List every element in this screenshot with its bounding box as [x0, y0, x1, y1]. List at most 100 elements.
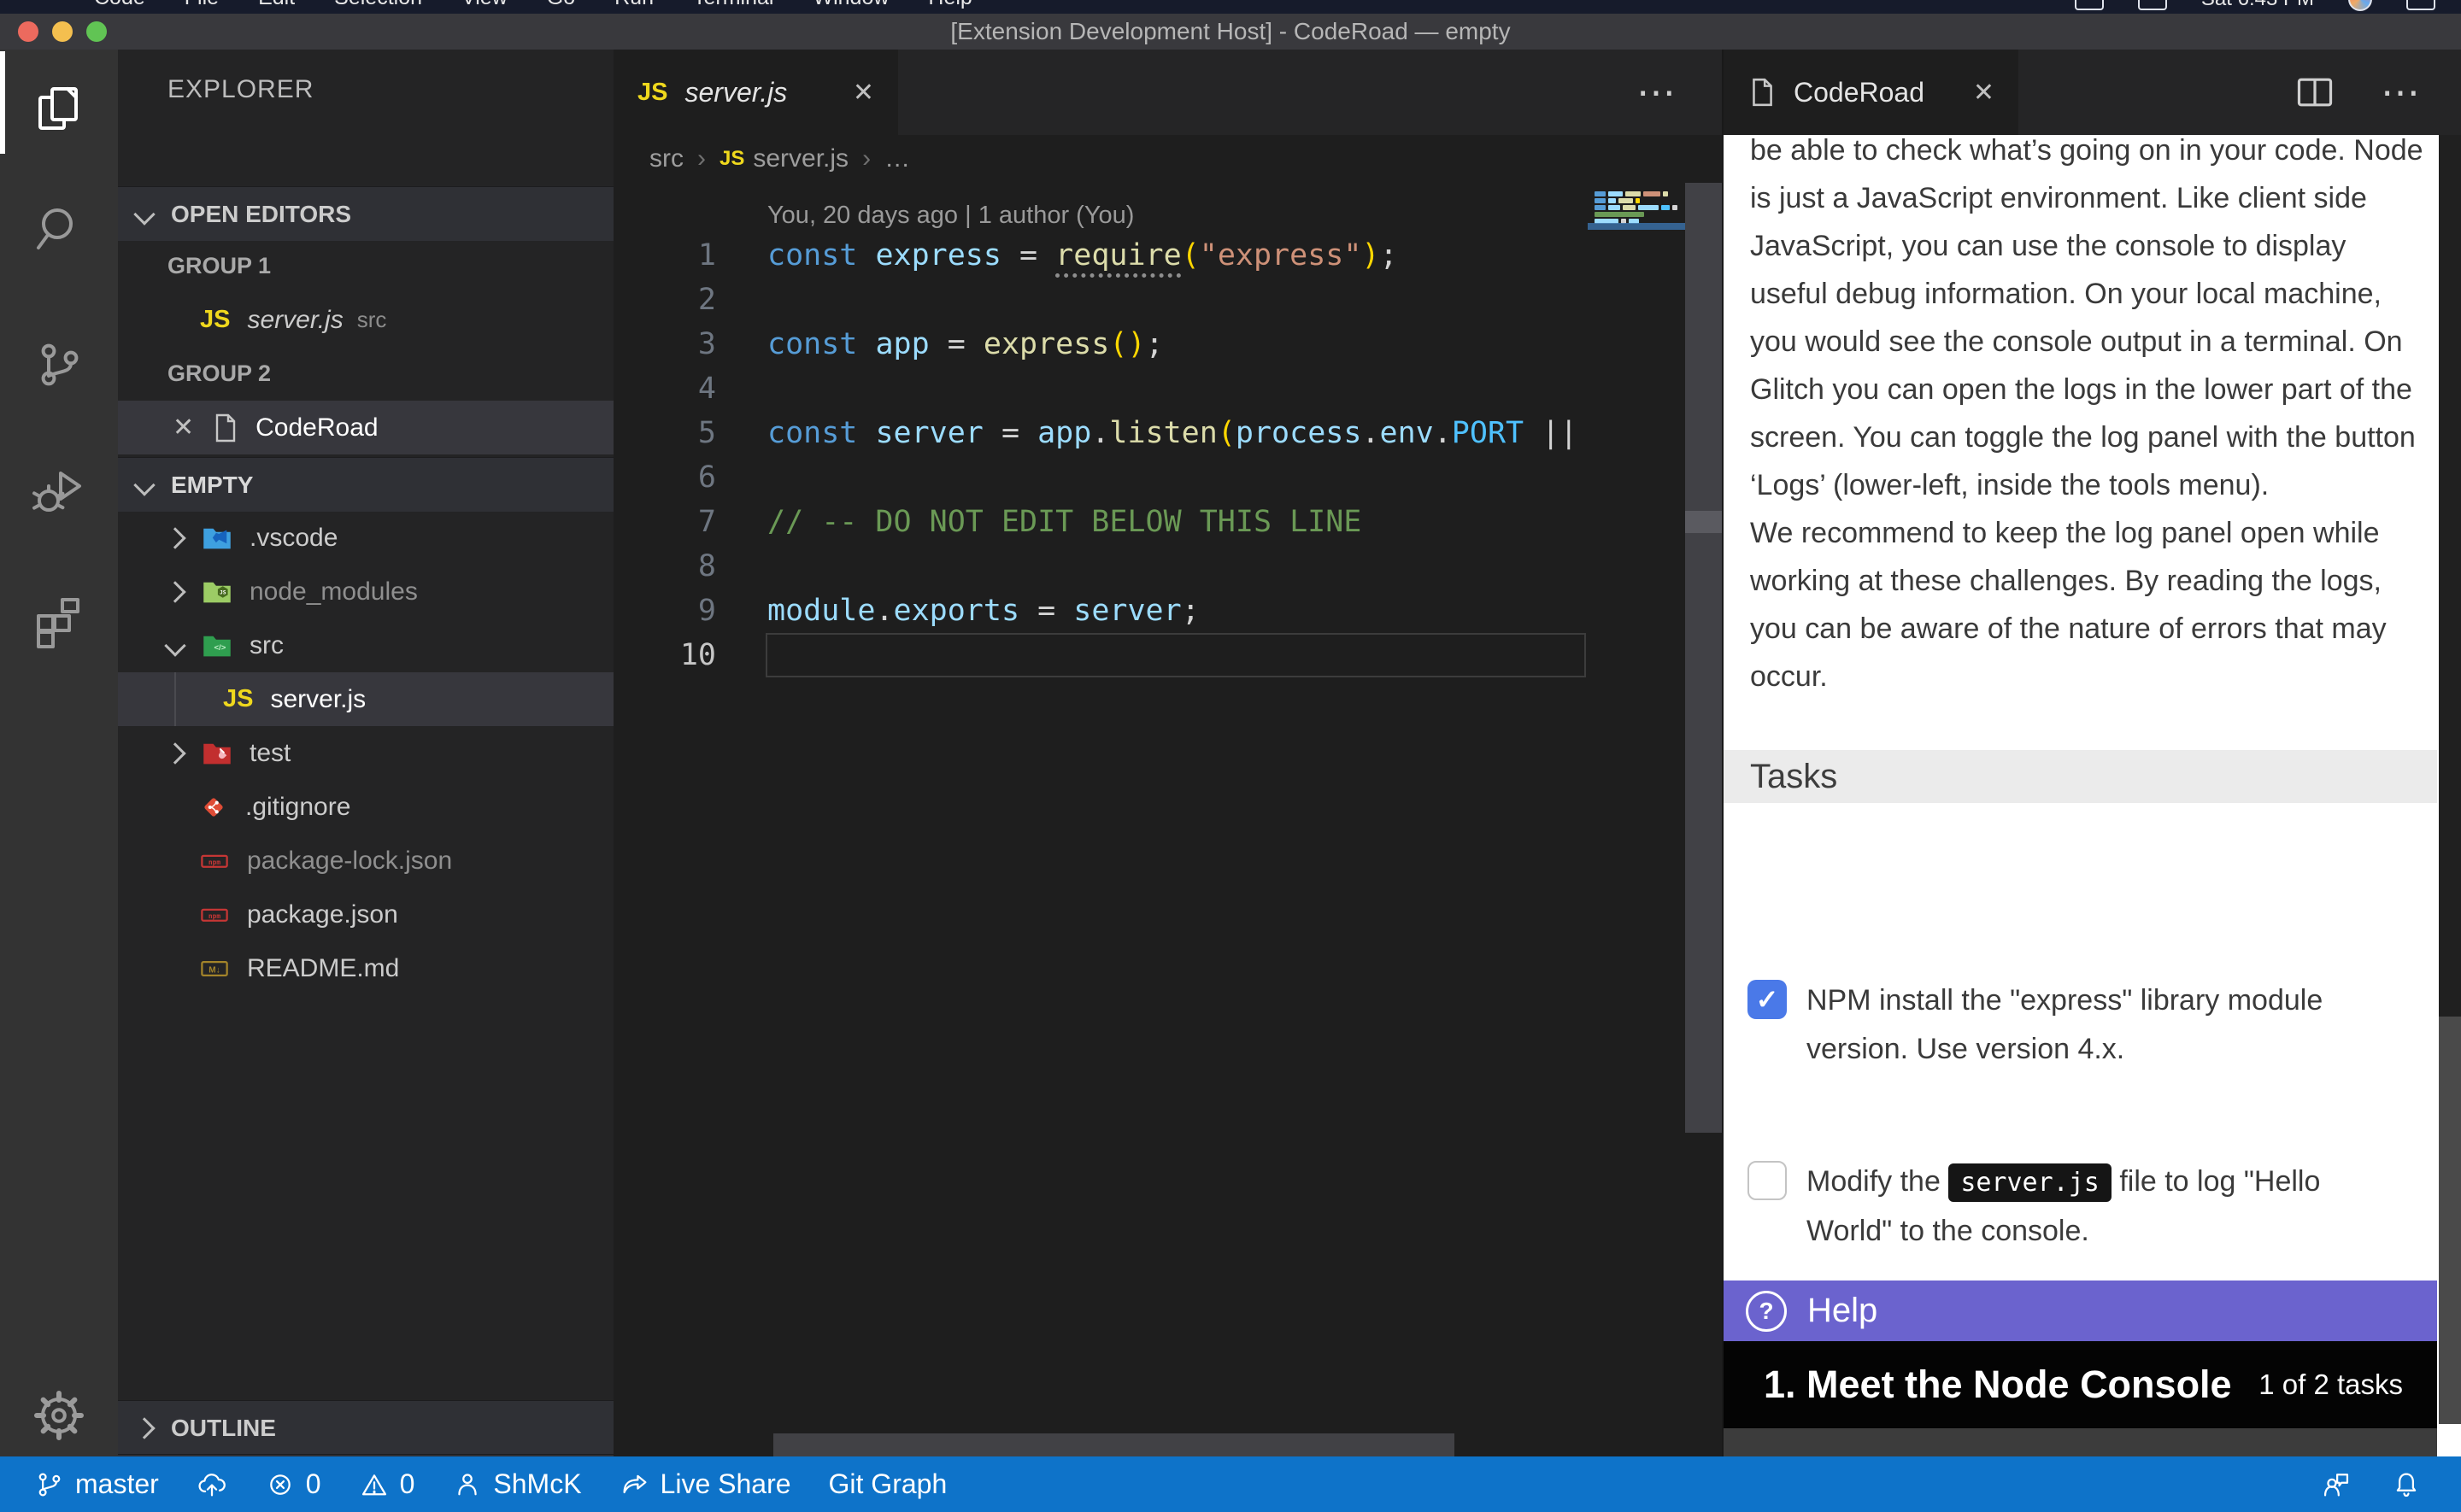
webview-scrollbar-track[interactable] — [2439, 1017, 2461, 1424]
menubar-status-area: Sat 6:43 PM — [2075, 0, 2435, 11]
code-line-10[interactable]: 10 — [614, 633, 1722, 677]
statusbar-item-0[interactable]: 0 — [265, 1468, 321, 1500]
editor-scrollbar-track[interactable] — [1685, 183, 1722, 1133]
tree-item-src[interactable]: </>src — [118, 618, 614, 672]
statusbar-item-master[interactable]: master — [34, 1468, 159, 1500]
menu-items: Code File Edit Selection View Go Run Terminal Wi… — [50, 0, 972, 10]
code-line-4[interactable]: 4 — [614, 366, 1722, 411]
statusbar-item-live-share[interactable]: Live Share — [620, 1468, 791, 1500]
editor-actions-ellipsis-icon[interactable]: ⋯ — [1636, 75, 1679, 109]
menu-item-file[interactable]: File — [185, 0, 219, 10]
explorer-icon[interactable] — [0, 55, 118, 164]
code-line-6[interactable]: 6 — [614, 455, 1722, 500]
split-editor-icon[interactable] — [2297, 77, 2333, 108]
codelens-annotation[interactable]: You, 20 days ago | 1 author (You) — [767, 202, 1134, 230]
breadcrumb-item[interactable]: JS server.js — [720, 144, 849, 173]
search-icon[interactable] — [0, 174, 118, 284]
menu-item-go[interactable]: Go — [547, 0, 575, 10]
menu-item-help[interactable]: Help — [928, 0, 972, 10]
close-editor-icon[interactable]: ✕ — [173, 413, 194, 442]
open-editor-item-coderoad[interactable]: ✕CodeRoad — [118, 401, 614, 454]
cloud-upload-icon — [197, 1469, 227, 1500]
statusbar-bell-icon[interactable] — [2391, 1469, 2422, 1500]
menu-item-edit[interactable]: Edit — [258, 0, 295, 10]
tree-item-label: README.md — [247, 954, 399, 983]
window-title-bar[interactable]: [Extension Development Host] - CodeRoad … — [0, 14, 2461, 50]
code-line-7[interactable]: 7// -- DO NOT EDIT BELOW THIS LINE — [614, 500, 1722, 544]
siri-icon[interactable] — [2348, 0, 2372, 11]
code-editor[interactable]: You, 20 days ago | 1 author (You) 1const… — [614, 183, 1722, 1456]
lesson-paragraph: We recommend to keep the log panel open … — [1750, 509, 2427, 700]
tab-server-js[interactable]: JS server.js ✕ — [614, 50, 898, 135]
close-tab-icon[interactable]: ✕ — [853, 78, 874, 108]
tree-item-package-json[interactable]: npmpackage.json — [118, 888, 614, 941]
statusbar-item-0[interactable]: 0 — [359, 1468, 415, 1500]
menubar-status-icon[interactable] — [2075, 0, 2104, 10]
svg-text:npm: npm — [209, 912, 220, 920]
open-editors-label: OPEN EDITORS — [171, 201, 351, 228]
chevron-right-icon — [133, 1417, 155, 1439]
code-line-3[interactable]: 3const app = express(); — [614, 322, 1722, 366]
code-line-9[interactable]: 9module.exports = server; — [614, 589, 1722, 633]
breadcrumb[interactable]: src›JS server.js›… — [614, 135, 1722, 183]
statusbar-item-git-graph[interactable]: Git Graph — [829, 1468, 948, 1500]
sidebar-title: EXPLORER — [167, 75, 314, 104]
svg-text:JS: JS — [220, 589, 226, 595]
minimap-line — [1595, 205, 1677, 210]
task-checkbox-unchecked[interactable] — [1747, 1161, 1787, 1200]
tree-item-server-js[interactable]: JSserver.js — [118, 672, 614, 726]
tree-item-test[interactable]: test — [118, 726, 614, 780]
chevron-right-icon — [164, 742, 185, 764]
menubar-status-icon[interactable] — [2138, 0, 2167, 10]
panel-actions-ellipsis-icon[interactable]: ⋯ — [2381, 75, 2423, 109]
settings-gear-icon[interactable] — [0, 1361, 118, 1470]
lesson-footer[interactable]: 1. Meet the Node Console 1 of 2 tasks — [1724, 1341, 2437, 1428]
open-editors-header[interactable]: OPEN EDITORS — [118, 186, 614, 241]
statusbar-item-cloud-upload[interactable] — [197, 1469, 227, 1500]
code-line-8[interactable]: 8 — [614, 544, 1722, 589]
source-control-icon[interactable] — [0, 310, 118, 419]
statusbar-feedback-icon[interactable] — [2321, 1469, 2352, 1500]
open-editor-item-server-js[interactable]: JSserver.jssrc — [118, 293, 614, 347]
code-line-5[interactable]: 5const server = app.listen(process.env.P… — [614, 411, 1722, 455]
code-line-2[interactable]: 2 — [614, 278, 1722, 322]
folder-node-icon: JS — [202, 577, 232, 607]
tree-item-node_modules[interactable]: JSnode_modules — [118, 565, 614, 618]
open-editor-detail: src — [357, 307, 387, 333]
help-bar[interactable]: ? Help — [1724, 1281, 2437, 1341]
menu-item-window[interactable]: Window — [813, 0, 889, 10]
breadcrumb-item[interactable]: … — [884, 144, 910, 173]
menu-item-selection[interactable]: Selection — [334, 0, 422, 10]
run-debug-icon[interactable] — [0, 436, 118, 545]
menu-item-code[interactable]: Code — [94, 0, 145, 10]
folder-root-header[interactable]: EMPTY — [118, 457, 614, 512]
menu-item-run[interactable]: Run — [614, 0, 654, 10]
section-header-outline[interactable]: OUTLINE — [118, 1400, 614, 1455]
statusbar-item-shmck[interactable]: ShMcK — [452, 1468, 581, 1500]
tree-item-readme-md[interactable]: M↓README.md — [118, 941, 614, 995]
menu-item-terminal[interactable]: Terminal — [693, 0, 773, 10]
code-line-1[interactable]: 1const express = require("express"); — [614, 233, 1722, 278]
webview-scrollbar-thumb[interactable] — [2439, 135, 2461, 1017]
folder-src-icon: </> — [202, 631, 232, 660]
tree-item-label: server.js — [270, 685, 366, 714]
editor-scrollbar-thumb[interactable] — [1685, 511, 1722, 533]
task-checkbox-checked[interactable]: ✓ — [1747, 980, 1787, 1019]
close-tab-icon[interactable]: ✕ — [1973, 78, 1994, 108]
coderoad-webview: be able to check what’s going on in your… — [1724, 135, 2461, 1456]
breadcrumb-separator: › — [862, 144, 871, 173]
control-center-icon[interactable] — [2406, 0, 2435, 10]
tree-item--gitignore[interactable]: .gitignore — [118, 780, 614, 834]
extensions-icon[interactable] — [0, 566, 118, 676]
breadcrumb-item[interactable]: src — [649, 144, 684, 173]
tree-item--vscode[interactable]: .vscode — [118, 511, 614, 565]
minimap[interactable] — [1588, 191, 1685, 251]
menu-item-view[interactable]: View — [461, 0, 508, 10]
tab-coderoad[interactable]: CodeRoad ✕ — [1724, 50, 2018, 135]
tree-item-label: .gitignore — [245, 793, 350, 822]
horizontal-scrollbar-thumb[interactable] — [773, 1433, 1454, 1456]
warning-icon — [359, 1469, 390, 1500]
open-editor-label: server.js — [247, 306, 343, 335]
file-icon — [1747, 77, 1777, 108]
tree-item-package-lock-json[interactable]: npmpackage-lock.json — [118, 834, 614, 888]
